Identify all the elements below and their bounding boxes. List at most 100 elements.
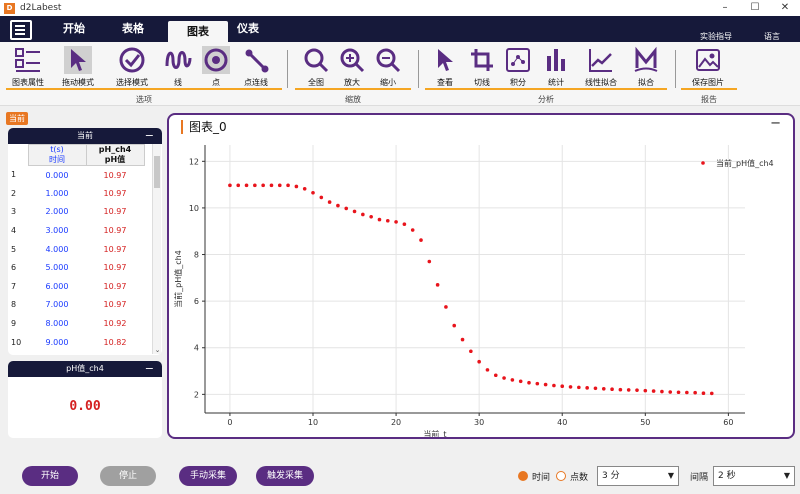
group-underline-report: [681, 88, 737, 90]
view-label: 查看: [437, 78, 453, 87]
zoom-out-button[interactable]: 缩小: [368, 46, 408, 88]
ph-cell[interactable]: 10.97: [86, 240, 144, 259]
data-point: [568, 385, 573, 389]
meter-panel-title: pH值_ch4: [66, 364, 104, 373]
experiment-guide-link[interactable]: 实验指导: [700, 31, 732, 42]
point-line-button[interactable]: 点连线: [236, 46, 276, 88]
tab-meter[interactable]: 仪表: [218, 16, 278, 42]
point-line-label: 点连线: [244, 78, 268, 87]
time-cell[interactable]: 4.000: [28, 240, 86, 259]
collapse-icon[interactable]: −: [145, 128, 154, 144]
ph-cell[interactable]: 10.92: [86, 314, 144, 333]
time-cell[interactable]: 3.000: [28, 221, 86, 240]
tab-start[interactable]: 开始: [44, 16, 104, 42]
group-label-zoom: 缩放: [345, 95, 361, 104]
line-button[interactable]: 线: [158, 46, 198, 88]
group-label-analysis: 分析: [538, 95, 554, 104]
ph-cell[interactable]: 10.97: [86, 296, 144, 315]
zoom-in-button[interactable]: 放大: [332, 46, 372, 88]
scrollbar-thumb[interactable]: [154, 156, 160, 188]
chart-svg[interactable]: 0 10 20 30 40 50 60 2 4 6 8 10 12 当前_t 当前_pH值_ch4 当前_pH…: [169, 115, 793, 437]
minimize-button[interactable]: –: [710, 0, 740, 16]
ph-cell[interactable]: 10.97: [86, 184, 144, 203]
ph-cell[interactable]: 10.97: [86, 277, 144, 296]
maximize-button[interactable]: ☐: [740, 0, 770, 16]
time-cell[interactable]: 8.000: [28, 314, 86, 333]
select-mode-button[interactable]: 选择模式: [112, 46, 152, 88]
data-point: [668, 390, 673, 394]
data-point: [660, 389, 664, 394]
stop-button[interactable]: 停止: [100, 466, 156, 486]
data-point: [469, 349, 473, 354]
duration-select[interactable]: 3 分 ▼: [597, 466, 679, 486]
linear-fit-button[interactable]: 线性拟合: [581, 46, 621, 88]
drag-mode-button[interactable]: 拖动模式: [58, 46, 98, 88]
group-label-options: 选项: [136, 95, 152, 104]
language-link[interactable]: 语言: [764, 31, 780, 42]
manual-collect-button[interactable]: 手动采集: [179, 466, 237, 486]
chart-panel: 图表_0 − 0 10 20 30 40 50 60 2 4 6 8 10 12 当前_t 当前_pH值_c…: [167, 113, 795, 439]
trigger-collect-button[interactable]: 触发采集: [256, 466, 314, 486]
save-image-label: 保存图片: [692, 78, 724, 87]
app-icon: D: [4, 2, 15, 14]
time-cell[interactable]: 5.000: [28, 258, 86, 277]
ph-cell[interactable]: 10.82: [86, 333, 144, 352]
data-point: [361, 212, 365, 217]
time-radio[interactable]: [518, 471, 528, 481]
ph-cell[interactable]: 10.97: [86, 258, 144, 277]
scroll-down-icon[interactable]: ⌄: [153, 346, 162, 354]
settings-logo-icon[interactable]: [10, 20, 32, 40]
table-scrollbar[interactable]: ⌄: [152, 144, 161, 354]
table-row[interactable]: 7 6.000 10.97: [8, 277, 144, 296]
close-button[interactable]: ✕: [770, 0, 800, 16]
data-point: [626, 388, 631, 392]
x-tick-label: 20: [391, 418, 401, 427]
table-row[interactable]: 6 5.000 10.97: [8, 258, 144, 277]
interval-select[interactable]: 2 秒 ▼: [713, 466, 795, 486]
time-cell[interactable]: 0.000: [28, 166, 86, 185]
fit-icon: [634, 46, 658, 72]
data-point: [485, 368, 490, 372]
table-row[interactable]: 10 9.000 10.82: [8, 333, 144, 352]
statistics-button[interactable]: 统计: [536, 46, 576, 88]
data-point: [444, 305, 448, 309]
table-row[interactable]: 5 4.000 10.97: [8, 240, 144, 259]
collapse-icon[interactable]: −: [145, 361, 154, 377]
start-button[interactable]: 开始: [22, 466, 78, 486]
tangent-button[interactable]: 切线: [462, 46, 502, 88]
table-row[interactable]: 4 3.000 10.97: [8, 221, 144, 240]
data-point: [693, 390, 697, 395]
point-button[interactable]: 点: [196, 46, 236, 88]
ph-cell[interactable]: 10.97: [86, 166, 144, 185]
time-cell[interactable]: 2.000: [28, 203, 86, 222]
time-cell[interactable]: 1.000: [28, 184, 86, 203]
save-image-button[interactable]: 保存图片: [688, 46, 728, 88]
time-cell[interactable]: 6.000: [28, 277, 86, 296]
integral-button[interactable]: 积分: [498, 46, 538, 88]
table-row[interactable]: 9 8.000 10.92: [8, 314, 144, 333]
view-button[interactable]: 查看: [425, 46, 465, 88]
table-row[interactable]: 2 1.000 10.97: [8, 184, 144, 203]
data-point: [643, 388, 648, 393]
chart-properties-button[interactable]: 图表属性: [8, 46, 48, 88]
select-mode-label: 选择模式: [116, 78, 148, 87]
time-cell[interactable]: 7.000: [28, 296, 86, 315]
column-header-ph[interactable]: pH_ch4 pH值: [85, 144, 145, 166]
time-cell[interactable]: 9.000: [28, 333, 86, 352]
table-row[interactable]: 1 0.000 10.97: [8, 166, 144, 185]
fit-label: 拟合: [638, 78, 654, 87]
tab-table[interactable]: 表格: [103, 16, 163, 42]
table-row[interactable]: 3 2.000 10.97: [8, 203, 144, 222]
time-unit-label: t(s): [50, 145, 64, 154]
points-radio[interactable]: [556, 471, 566, 481]
table-row[interactable]: 8 7.000 10.97: [8, 296, 144, 315]
fit-button[interactable]: 拟合: [626, 46, 666, 88]
ph-cell[interactable]: 10.97: [86, 203, 144, 222]
x-tick-label: 50: [640, 418, 650, 427]
ph-cell[interactable]: 10.97: [86, 221, 144, 240]
zoom-fit-button[interactable]: 全图: [296, 46, 336, 88]
data-point: [543, 382, 548, 387]
duration-value: 3 分: [602, 471, 620, 481]
statistics-label: 统计: [548, 78, 564, 87]
column-header-time[interactable]: t(s) 时间: [27, 144, 87, 166]
